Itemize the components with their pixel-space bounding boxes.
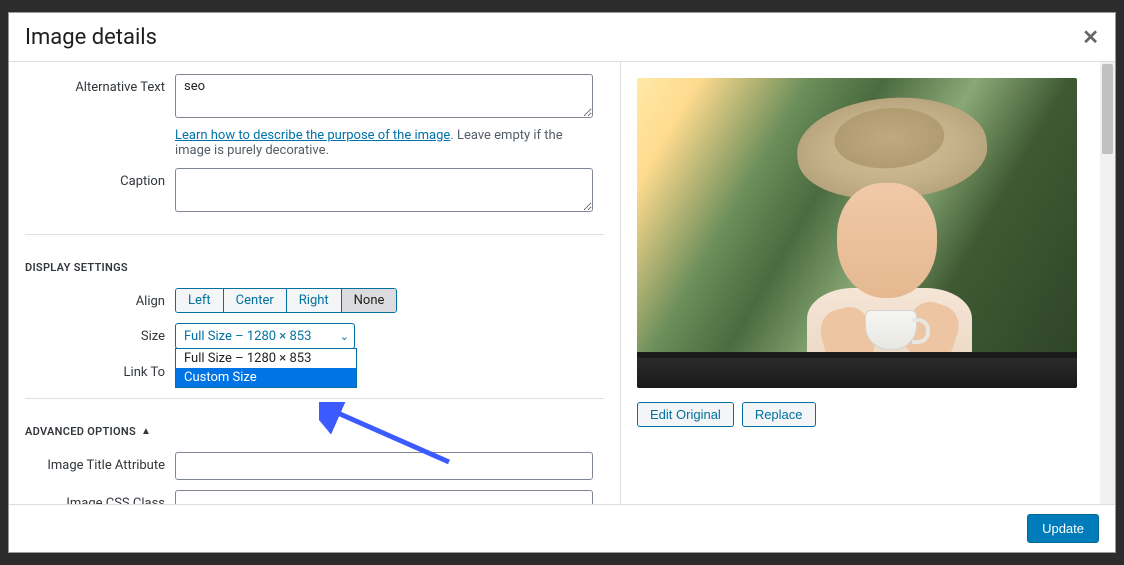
align-center-button[interactable]: Center [224, 289, 287, 312]
caption-input[interactable] [175, 168, 593, 212]
right-pane: Edit Original Replace [621, 62, 1115, 504]
alt-help-text: Learn how to describe the purpose of the… [175, 128, 593, 158]
triangle-up-icon: ▲ [141, 426, 151, 437]
alt-help-link[interactable]: Learn how to describe the purpose of the… [175, 128, 450, 143]
modal-footer: Update [9, 504, 1115, 552]
image-title-control [175, 452, 604, 480]
size-select-value: Full Size – 1280 × 853 [184, 329, 311, 344]
image-title-label: Image Title Attribute [25, 452, 175, 473]
align-button-group: Left Center Right None [175, 288, 397, 313]
image-preview [637, 78, 1077, 388]
size-select[interactable]: Full Size – 1280 × 853 ⌄ Full Size – 128… [175, 323, 355, 349]
preview-actions: Edit Original Replace [637, 402, 1099, 427]
modal-body: Alternative Text seo Learn how to descri… [9, 61, 1115, 504]
align-row: Align Left Center Right None [25, 288, 604, 313]
modal-title: Image details [25, 25, 157, 50]
alt-text-input[interactable]: seo [175, 74, 593, 118]
modal-header: Image details ✕ [9, 13, 1115, 61]
divider-2 [25, 398, 604, 399]
align-label: Align [25, 288, 175, 309]
chevron-down-icon: ⌄ [340, 330, 349, 343]
replace-button[interactable]: Replace [742, 402, 816, 427]
caption-control [175, 168, 604, 216]
update-button[interactable]: Update [1027, 514, 1099, 543]
alt-text-label: Alternative Text [25, 74, 175, 95]
size-option-full[interactable]: Full Size – 1280 × 853 [176, 349, 356, 368]
align-left-button[interactable]: Left [176, 289, 224, 312]
caption-label: Caption [25, 168, 175, 189]
image-title-row: Image Title Attribute [25, 452, 604, 480]
advanced-options-heading[interactable]: ADVANCED OPTIONS ▲ [25, 425, 151, 438]
close-icon[interactable]: ✕ [1082, 25, 1099, 49]
image-css-label: Image CSS Class [25, 490, 175, 504]
divider [25, 234, 604, 235]
align-none-button[interactable]: None [342, 289, 397, 312]
size-select-display[interactable]: Full Size – 1280 × 853 [175, 323, 355, 349]
edit-original-button[interactable]: Edit Original [637, 402, 734, 427]
alt-text-row: Alternative Text seo Learn how to descri… [25, 74, 604, 158]
align-right-button[interactable]: Right [287, 289, 342, 312]
size-dropdown: Full Size – 1280 × 853 Custom Size [175, 348, 357, 388]
align-control: Left Center Right None [175, 288, 604, 313]
display-settings-heading: DISPLAY SETTINGS [25, 261, 604, 274]
scrollbar-thumb[interactable] [1102, 64, 1113, 154]
size-label: Size [25, 323, 175, 344]
advanced-options-label: ADVANCED OPTIONS [25, 425, 136, 438]
image-css-input[interactable] [175, 490, 593, 504]
image-title-input[interactable] [175, 452, 593, 480]
size-row: Size Full Size – 1280 × 853 ⌄ Full Size … [25, 323, 604, 349]
caption-row: Caption [25, 168, 604, 216]
size-control: Full Size – 1280 × 853 ⌄ Full Size – 128… [175, 323, 604, 349]
image-css-control [175, 490, 604, 504]
alt-text-control: seo Learn how to describe the purpose of… [175, 74, 604, 158]
size-option-custom[interactable]: Custom Size [176, 368, 356, 387]
image-details-modal: Image details ✕ Alternative Text seo Lea… [8, 12, 1116, 553]
link-to-label: Link To [25, 359, 175, 380]
left-pane: Alternative Text seo Learn how to descri… [9, 62, 621, 504]
image-css-row: Image CSS Class [25, 490, 604, 504]
scrollbar[interactable] [1100, 62, 1115, 504]
